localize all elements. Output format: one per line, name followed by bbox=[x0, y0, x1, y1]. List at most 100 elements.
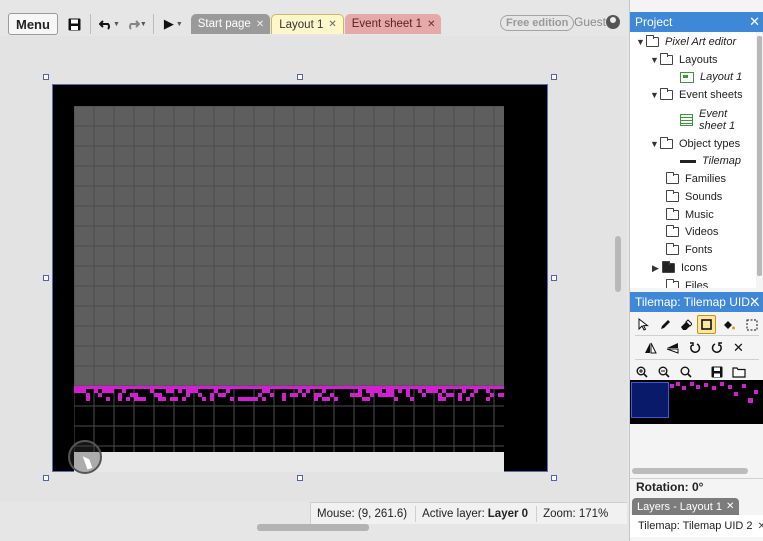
scrollbar-thumb[interactable] bbox=[615, 236, 621, 292]
scrollbar-thumb[interactable] bbox=[757, 36, 762, 276]
zoom-level: Zoom: 171% bbox=[543, 507, 609, 520]
redo-icon[interactable] bbox=[122, 13, 144, 35]
tree-item-label: Fonts bbox=[685, 244, 713, 256]
tile-pixel bbox=[134, 393, 138, 397]
tile-pixel bbox=[202, 397, 206, 401]
properties-tab[interactable]: Tilemap: Tilemap UID 2 ✕ bbox=[630, 515, 763, 537]
layout-vertical-scrollbar[interactable] bbox=[614, 36, 622, 496]
undo-dropdown-icon[interactable]: ▼ bbox=[113, 21, 120, 28]
zoom-reset-icon[interactable] bbox=[676, 362, 695, 381]
user-label[interactable]: Guest bbox=[574, 15, 606, 29]
tree-item-layouts[interactable]: ▼ Layouts bbox=[650, 53, 718, 66]
expand-arrow-icon[interactable]: ▼ bbox=[650, 90, 660, 100]
tile-pixel bbox=[210, 397, 214, 401]
mirror-icon[interactable] bbox=[641, 338, 660, 357]
tilemap-icon bbox=[680, 159, 696, 163]
resize-handle[interactable] bbox=[551, 475, 557, 481]
expand-arrow-icon[interactable]: ▼ bbox=[636, 37, 646, 47]
resize-handle[interactable] bbox=[43, 275, 49, 281]
tilemap-object[interactable] bbox=[74, 106, 504, 472]
menu-button[interactable]: Menu bbox=[8, 13, 58, 35]
tile-pixel bbox=[82, 389, 86, 393]
tab-layout-1[interactable]: Layout 1 ✕ bbox=[271, 14, 344, 34]
tree-item-icons[interactable]: ▶ Icons bbox=[652, 261, 707, 274]
save-icon[interactable] bbox=[64, 13, 86, 35]
user-avatar-icon[interactable] bbox=[606, 15, 620, 29]
open-folder-icon[interactable] bbox=[729, 362, 748, 381]
resize-handle[interactable] bbox=[297, 475, 303, 481]
tile-pixel bbox=[438, 397, 442, 401]
layout-horizontal-scrollbar[interactable] bbox=[257, 524, 369, 531]
fill-bucket-icon[interactable] bbox=[719, 315, 738, 334]
tile-pixel bbox=[102, 389, 106, 393]
close-icon[interactable]: ✕ bbox=[749, 14, 760, 30]
tree-item-sounds[interactable]: Sounds bbox=[666, 190, 723, 203]
play-dropdown-icon[interactable]: ▼ bbox=[176, 21, 183, 28]
tree-item-object-types[interactable]: ▼ Object types bbox=[650, 137, 740, 150]
tree-item-label: Sounds bbox=[685, 191, 723, 203]
expand-arrow-icon[interactable]: ▼ bbox=[650, 55, 660, 65]
tree-item-videos[interactable]: Videos bbox=[666, 225, 718, 238]
eraser-icon[interactable] bbox=[676, 315, 695, 334]
tile-pixel bbox=[390, 389, 394, 393]
tree-item-layout-1[interactable]: Layout 1 bbox=[680, 71, 742, 83]
expand-arrow-icon[interactable]: ▼ bbox=[650, 139, 660, 149]
tile-pixel bbox=[430, 389, 434, 393]
resize-handle[interactable] bbox=[551, 275, 557, 281]
folder-icon bbox=[662, 261, 675, 273]
tree-item-tilemap[interactable]: Tilemap bbox=[680, 155, 741, 167]
tree-item-project-root[interactable]: ▼ Pixel Art editor bbox=[636, 35, 736, 48]
tileset-horizontal-scrollbar[interactable] bbox=[632, 468, 748, 474]
tile-pixel bbox=[134, 397, 138, 401]
tab-layers[interactable]: Layers - Layout 1 ✕ bbox=[632, 498, 740, 515]
tree-item-music[interactable]: Music bbox=[666, 208, 714, 221]
resize-handle[interactable] bbox=[551, 74, 557, 80]
rotate-cw-icon[interactable] bbox=[707, 338, 726, 357]
tree-item-event-sheet-1[interactable]: Event sheet 1 bbox=[680, 108, 743, 132]
rectangle-icon[interactable] bbox=[697, 315, 716, 334]
resize-handle[interactable] bbox=[43, 475, 49, 481]
tile-pixel bbox=[334, 397, 338, 401]
tile-pixel bbox=[410, 397, 414, 401]
tile-pixel bbox=[294, 393, 298, 397]
tile-pixel bbox=[258, 393, 262, 397]
tile-pixel bbox=[386, 389, 390, 393]
project-tree: ▼ Pixel Art editor ▼ Layouts Layout 1 ▼ Eve… bbox=[630, 32, 756, 288]
tile-pixel bbox=[374, 389, 378, 393]
collapse-arrow-icon[interactable]: ▶ bbox=[652, 263, 662, 274]
tree-item-fonts[interactable]: Fonts bbox=[666, 243, 713, 256]
project-tree-scrollbar[interactable] bbox=[757, 32, 763, 288]
resize-handle[interactable] bbox=[43, 74, 49, 80]
selection-icon[interactable] bbox=[742, 315, 761, 334]
tree-item-files[interactable]: Files bbox=[666, 279, 708, 288]
selected-tile[interactable] bbox=[631, 382, 669, 418]
resize-handle[interactable] bbox=[297, 74, 303, 80]
close-icon[interactable]: ✕ bbox=[726, 501, 734, 512]
tree-item-event-sheets[interactable]: ▼ Event sheets bbox=[650, 88, 743, 101]
folder-icon bbox=[660, 137, 673, 149]
tile-pixel bbox=[238, 397, 242, 401]
tile-pixel bbox=[178, 389, 182, 393]
tile-pixel bbox=[186, 389, 190, 393]
free-edition-badge[interactable]: Free edition bbox=[500, 15, 575, 31]
save-tiles-icon[interactable] bbox=[707, 362, 726, 381]
tile-pixel bbox=[366, 389, 370, 393]
close-icon[interactable]: ✕ bbox=[749, 294, 760, 310]
tile-pixel bbox=[426, 389, 430, 393]
tile-pixel bbox=[434, 389, 438, 393]
flip-icon[interactable] bbox=[663, 338, 682, 357]
pencil-icon[interactable] bbox=[655, 315, 674, 334]
reset-transform-icon[interactable]: ✕ bbox=[729, 338, 748, 357]
tab-event-sheet-1[interactable]: Event sheet 1 ✕ bbox=[344, 14, 442, 34]
close-icon[interactable]: ✕ bbox=[758, 521, 763, 532]
rotate-ccw-icon[interactable] bbox=[685, 338, 704, 357]
close-icon[interactable]: ✕ bbox=[256, 19, 264, 30]
close-icon[interactable]: ✕ bbox=[328, 19, 336, 30]
tree-item-families[interactable]: Families bbox=[666, 172, 726, 185]
tab-start-page[interactable]: Start page ✕ bbox=[190, 14, 271, 34]
zoom-out-icon[interactable] bbox=[654, 362, 673, 381]
tile-pixel bbox=[166, 389, 170, 393]
zoom-in-icon[interactable] bbox=[632, 362, 651, 381]
pointer-icon[interactable] bbox=[634, 315, 653, 334]
close-icon[interactable]: ✕ bbox=[427, 19, 435, 30]
